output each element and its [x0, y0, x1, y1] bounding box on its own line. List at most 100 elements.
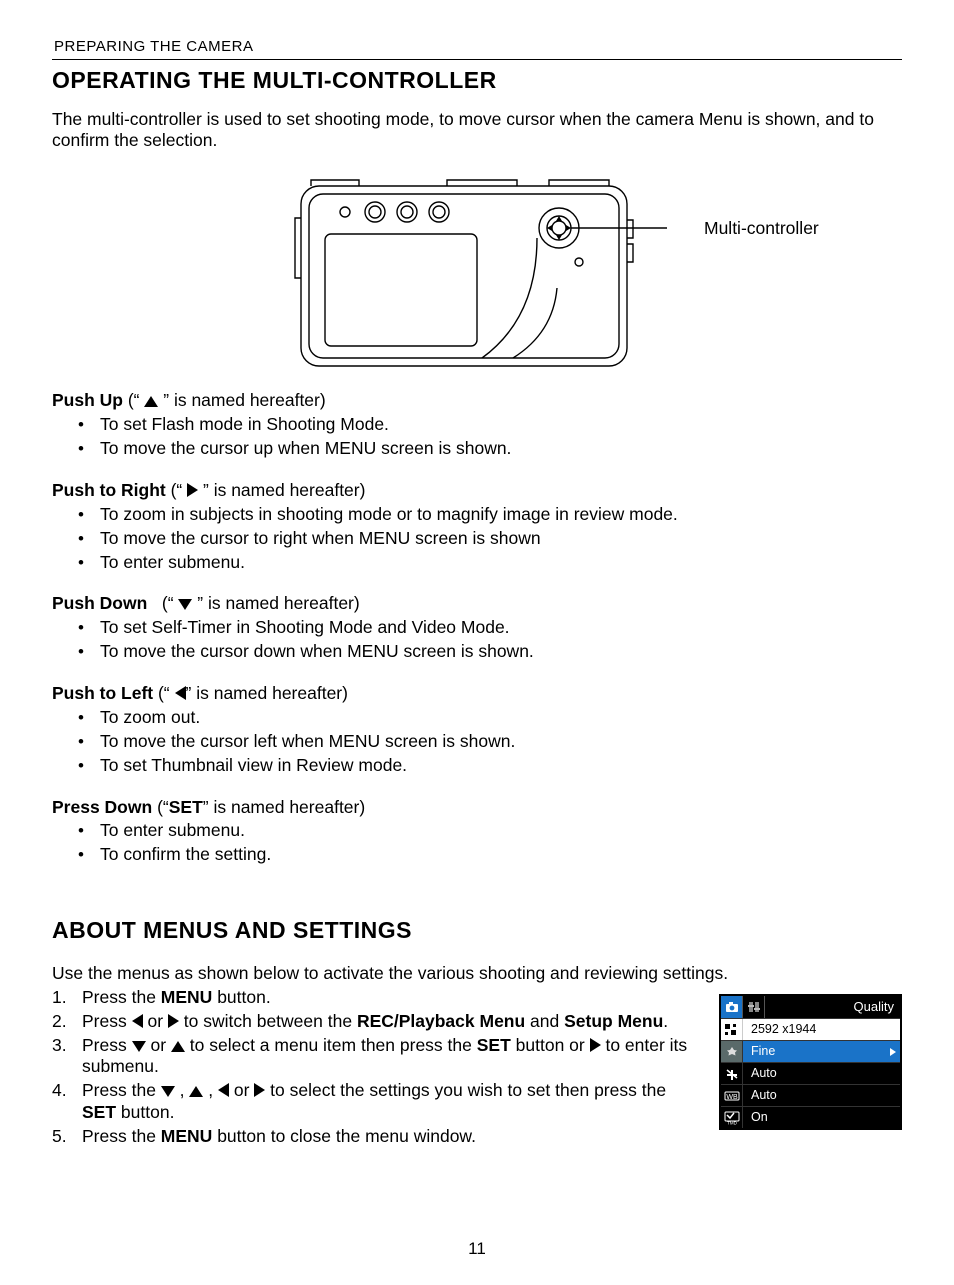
- quality-icon: [721, 1041, 743, 1062]
- menu-tabs: Quality: [721, 996, 900, 1018]
- step-2: 2. Press or to switch between the REC/Pl…: [52, 1011, 692, 1033]
- arrow-right-icon: [590, 1038, 601, 1052]
- list-item: To move the cursor up when MENU screen i…: [78, 438, 902, 460]
- step-1: 1. Press the MENU button.: [52, 987, 692, 1009]
- step-number: 2.: [52, 1011, 82, 1033]
- running-header: PREPARING THE CAMERA: [54, 38, 902, 57]
- list-item: To enter submenu.: [78, 552, 902, 574]
- step-4: 4. Press the , , or to select the settin…: [52, 1080, 692, 1124]
- timedate-icon: TMD: [721, 1107, 743, 1128]
- menu-row-resolution: 2592 x1944: [721, 1018, 900, 1040]
- suffix-text: is named hereafter): [174, 390, 326, 410]
- menu-value: Auto: [743, 1063, 900, 1084]
- list-item: To confirm the setting.: [78, 844, 902, 866]
- suffix-text: is named hereafter): [214, 480, 366, 500]
- step-number: 3.: [52, 1035, 82, 1079]
- press-down-block: Press Down (“SET” is named hereafter) To…: [52, 797, 902, 867]
- arrow-right-icon: [187, 483, 198, 497]
- tab-setup-icon: [743, 996, 765, 1018]
- list-item: To move the cursor to right when MENU sc…: [78, 528, 902, 550]
- arrow-up-icon: [171, 1041, 185, 1052]
- menu-value: On: [743, 1107, 900, 1128]
- step-text: Press the , , or to select the settings …: [82, 1080, 692, 1124]
- menu-row-quality: Fine: [721, 1040, 900, 1062]
- menu-screenshot: Quality 2592 x1944 Fine Auto WB Auto TMD…: [719, 994, 902, 1130]
- suffix-text: is named hereafter): [208, 593, 360, 613]
- menu-value: Fine: [743, 1041, 900, 1062]
- svg-text:WB: WB: [726, 1094, 738, 1101]
- step-5: 5. Press the MENU button to close the me…: [52, 1126, 692, 1148]
- press-down-label: Press Down: [52, 797, 152, 817]
- list-item: To zoom in subjects in shooting mode or …: [78, 504, 902, 526]
- page-number: 11: [0, 1238, 954, 1259]
- push-right-list: To zoom in subjects in shooting mode or …: [52, 504, 902, 574]
- push-down-list: To set Self-Timer in Shooting Mode and V…: [52, 617, 902, 663]
- paren-text: ” is named hereafter): [203, 797, 365, 817]
- paren-text: (“: [157, 797, 169, 817]
- push-down-title: Push Down (“ ” is named hereafter): [52, 593, 902, 615]
- numbered-steps: 1. Press the MENU button. 2. Press or to…: [52, 987, 692, 1148]
- push-left-label: Push to Left: [52, 683, 153, 703]
- push-up-title: Push Up (“ ” is named hereafter): [52, 390, 902, 412]
- diagram-callout-label: Multi-controller: [704, 218, 819, 240]
- whitebalance-icon: WB: [721, 1085, 743, 1106]
- paren-text: ”: [198, 480, 214, 500]
- press-down-title: Press Down (“SET” is named hereafter): [52, 797, 902, 819]
- arrow-up-icon: [189, 1086, 203, 1097]
- list-item: To move the cursor down when MENU screen…: [78, 641, 902, 663]
- push-right-block: Push to Right (“ ” is named hereafter) T…: [52, 480, 902, 574]
- menu-title: Quality: [854, 996, 900, 1018]
- arrow-left-icon: [175, 686, 186, 700]
- camera-line-art: [287, 172, 667, 377]
- arrow-right-icon: [168, 1014, 179, 1028]
- step-number: 5.: [52, 1126, 82, 1148]
- suffix-text: is named hereafter): [196, 683, 348, 703]
- section-title-1: OPERATING THE MULTI-CONTROLLER: [52, 66, 902, 95]
- menu-value: Auto: [743, 1085, 900, 1106]
- step-3: 3. Press or to select a menu item then p…: [52, 1035, 692, 1079]
- arrow-left-icon: [132, 1014, 143, 1028]
- resolution-icon: [721, 1019, 743, 1040]
- svg-text:TMD: TMD: [727, 1120, 737, 1125]
- step-text: Press or to select a menu item then pres…: [82, 1035, 692, 1079]
- list-item: To set Self-Timer in Shooting Mode and V…: [78, 617, 902, 639]
- list-item: To set Flash mode in Shooting Mode.: [78, 414, 902, 436]
- push-up-label: Push Up: [52, 390, 123, 410]
- menu-value: 2592 x1944: [743, 1019, 900, 1040]
- section-title-2: ABOUT MENUS AND SETTINGS: [52, 916, 902, 945]
- push-down-block: Push Down (“ ” is named hereafter) To se…: [52, 593, 902, 663]
- paren-text: (“: [171, 480, 188, 500]
- push-right-label: Push to Right: [52, 480, 166, 500]
- step-number: 1.: [52, 987, 82, 1009]
- push-down-label: Push Down: [52, 593, 147, 613]
- arrow-down-icon: [132, 1041, 146, 1052]
- push-left-block: Push to Left (“ ” is named hereafter) To…: [52, 683, 902, 777]
- paren-text: ”: [186, 683, 197, 703]
- list-item: To enter submenu.: [78, 820, 902, 842]
- list-item: To set Thumbnail view in Review mode.: [78, 755, 902, 777]
- tab-camera-icon: [721, 996, 743, 1018]
- paren-text: (“: [152, 593, 178, 613]
- push-left-list: To zoom out. To move the cursor left whe…: [52, 707, 902, 777]
- push-up-block: Push Up (“ ” is named hereafter) To set …: [52, 390, 902, 460]
- push-right-title: Push to Right (“ ” is named hereafter): [52, 480, 902, 502]
- arrow-up-icon: [144, 396, 158, 407]
- intro-paragraph-2: Use the menus as shown below to activate…: [52, 963, 902, 985]
- header-rule: [52, 59, 902, 60]
- push-left-title: Push to Left (“ ” is named hereafter): [52, 683, 902, 705]
- menu-row-timedate: TMD On: [721, 1106, 900, 1128]
- exposure-icon: [721, 1063, 743, 1084]
- step-text: Press the MENU button.: [82, 987, 692, 1009]
- step-text: Press the MENU button to close the menu …: [82, 1126, 692, 1148]
- push-up-list: To set Flash mode in Shooting Mode. To m…: [52, 414, 902, 460]
- list-item: To move the cursor left when MENU screen…: [78, 731, 902, 753]
- paren-text: ”: [192, 593, 208, 613]
- paren-text: ”: [158, 390, 174, 410]
- camera-diagram: Multi-controller: [52, 172, 902, 382]
- press-down-list: To enter submenu. To confirm the setting…: [52, 820, 902, 866]
- menu-row-exposure: Auto: [721, 1062, 900, 1084]
- paren-text: (“: [158, 683, 175, 703]
- step-number: 4.: [52, 1080, 82, 1124]
- arrow-left-icon: [218, 1083, 229, 1097]
- menu-row-wb: WB Auto: [721, 1084, 900, 1106]
